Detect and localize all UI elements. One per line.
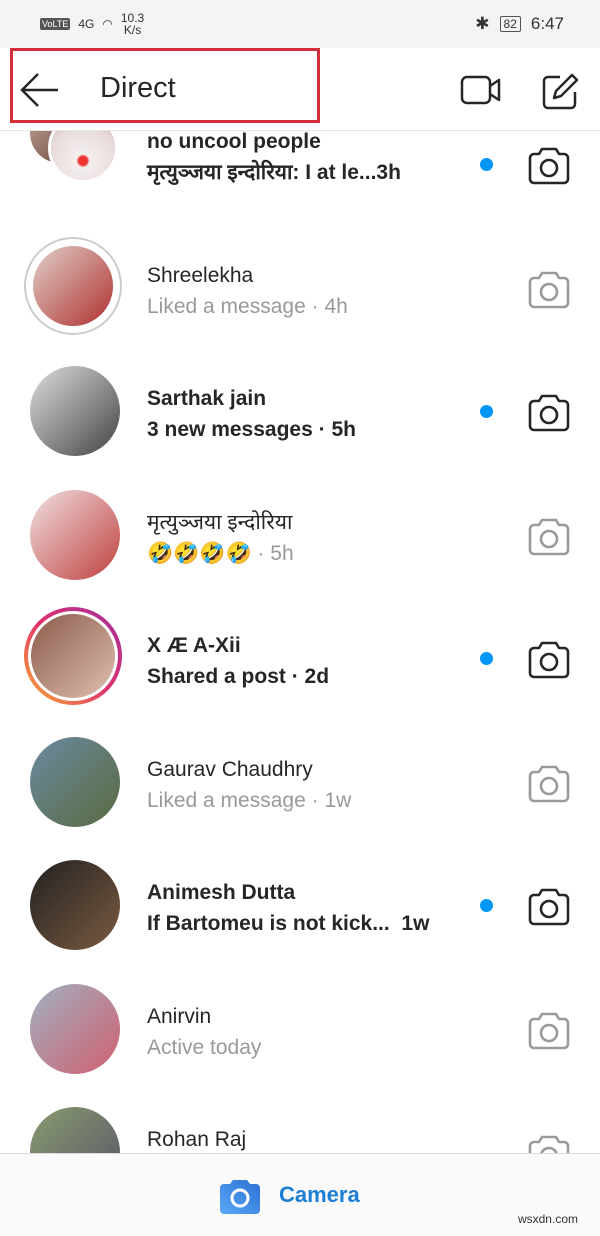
unread-dot bbox=[480, 652, 493, 665]
bottom-bar: Camera wsxdn.com bbox=[0, 1153, 600, 1236]
thread-time: 1w bbox=[401, 912, 430, 935]
thread-row[interactable]: Sarthak jain 3 new messages · 5h bbox=[0, 350, 600, 474]
camera-icon bbox=[220, 1180, 260, 1214]
thread-time: 1w bbox=[324, 788, 352, 812]
thread-preview: 3 new messages bbox=[147, 418, 313, 441]
thread-preview: Liked a message bbox=[147, 788, 306, 812]
thread-time: 5h bbox=[331, 418, 356, 441]
thread-preview: 🤣🤣🤣🤣 bbox=[147, 541, 252, 565]
avatar[interactable] bbox=[24, 607, 122, 705]
battery-level: 82 bbox=[499, 16, 521, 32]
thread-name: Sarthak jain bbox=[147, 387, 267, 410]
page-title: Direct bbox=[100, 72, 176, 104]
thread-row[interactable]: Anirvin Active today bbox=[0, 968, 600, 1092]
thread-name: Gaurav Chaudhry bbox=[147, 757, 313, 781]
avatar[interactable] bbox=[30, 736, 120, 827]
camera-icon[interactable] bbox=[527, 1010, 571, 1055]
thread-time: 4h bbox=[324, 294, 348, 318]
video-call-icon[interactable] bbox=[460, 74, 502, 106]
thread-name: Shreelekha bbox=[147, 263, 254, 287]
thread-name: no uncool people bbox=[147, 130, 321, 153]
thread-row[interactable]: Animesh Dutta If Bartomeu is not kick... … bbox=[0, 844, 600, 968]
avatar[interactable] bbox=[30, 983, 120, 1074]
camera-icon[interactable] bbox=[527, 639, 571, 684]
thread-name: X Æ A-Xii bbox=[147, 634, 241, 657]
thread-time: 5h bbox=[270, 541, 294, 565]
bluetooth-icon: ✱ bbox=[475, 14, 490, 33]
wifi-icon: ◠ bbox=[102, 17, 113, 31]
thread-preview: If Bartomeu is not kick... bbox=[147, 912, 390, 935]
thread-row[interactable]: Gaurav Chaudhry Liked a message · 1w bbox=[0, 721, 600, 845]
thread-name: Anirvin bbox=[147, 1004, 212, 1028]
back-arrow-icon[interactable] bbox=[18, 70, 62, 110]
avatar[interactable] bbox=[30, 366, 120, 456]
unread-dot bbox=[480, 158, 493, 171]
volte-indicator: VoLTE bbox=[40, 18, 71, 30]
status-bar: VoLTE 4G ◠ 10.3 K/s ✱ 82 6:47 bbox=[0, 0, 600, 48]
network-speed-unit: K/s bbox=[123, 23, 142, 37]
camera-icon[interactable] bbox=[527, 763, 571, 808]
thread-time: 3h bbox=[376, 161, 401, 184]
thread-row[interactable]: Shreelekha Liked a message · 4h bbox=[0, 227, 600, 351]
clock: 6:47 bbox=[530, 14, 564, 33]
thread-time: 2d bbox=[304, 665, 330, 688]
thread-preview: Active today bbox=[147, 1035, 262, 1059]
thread-name: Rohan Raj bbox=[147, 1128, 247, 1151]
camera-icon[interactable] bbox=[527, 145, 571, 190]
new-message-icon[interactable] bbox=[540, 72, 580, 112]
thread-name: मृत्युञ्जया इन्दोरिया bbox=[147, 510, 293, 534]
thread-row[interactable]: X Æ A-Xii Shared a post · 2d bbox=[0, 597, 600, 721]
camera-icon[interactable] bbox=[527, 269, 571, 314]
thread-preview: Shared a post bbox=[147, 665, 286, 688]
camera-icon[interactable] bbox=[527, 516, 571, 561]
watermark: wsxdn.com bbox=[517, 1212, 578, 1226]
thread-preview: Liked a message bbox=[147, 294, 306, 318]
avatar[interactable] bbox=[30, 489, 120, 580]
thread-preview: मृत्युञ्जया इन्दोरिया: I at le... bbox=[147, 161, 377, 184]
camera-icon[interactable] bbox=[527, 392, 571, 437]
unread-dot bbox=[480, 405, 493, 418]
unread-dot bbox=[480, 899, 493, 912]
thread-row[interactable]: मृत्युञ्जया इन्दोरिया 🤣🤣🤣🤣 · 5h bbox=[0, 474, 600, 598]
avatar[interactable] bbox=[24, 236, 122, 335]
avatar[interactable] bbox=[30, 860, 120, 950]
camera-label: Camera bbox=[279, 1182, 360, 1207]
camera-icon[interactable] bbox=[527, 886, 571, 931]
header: Direct bbox=[0, 48, 600, 131]
thread-name: Animesh Dutta bbox=[147, 881, 296, 904]
signal-icon: 4G bbox=[78, 17, 95, 31]
